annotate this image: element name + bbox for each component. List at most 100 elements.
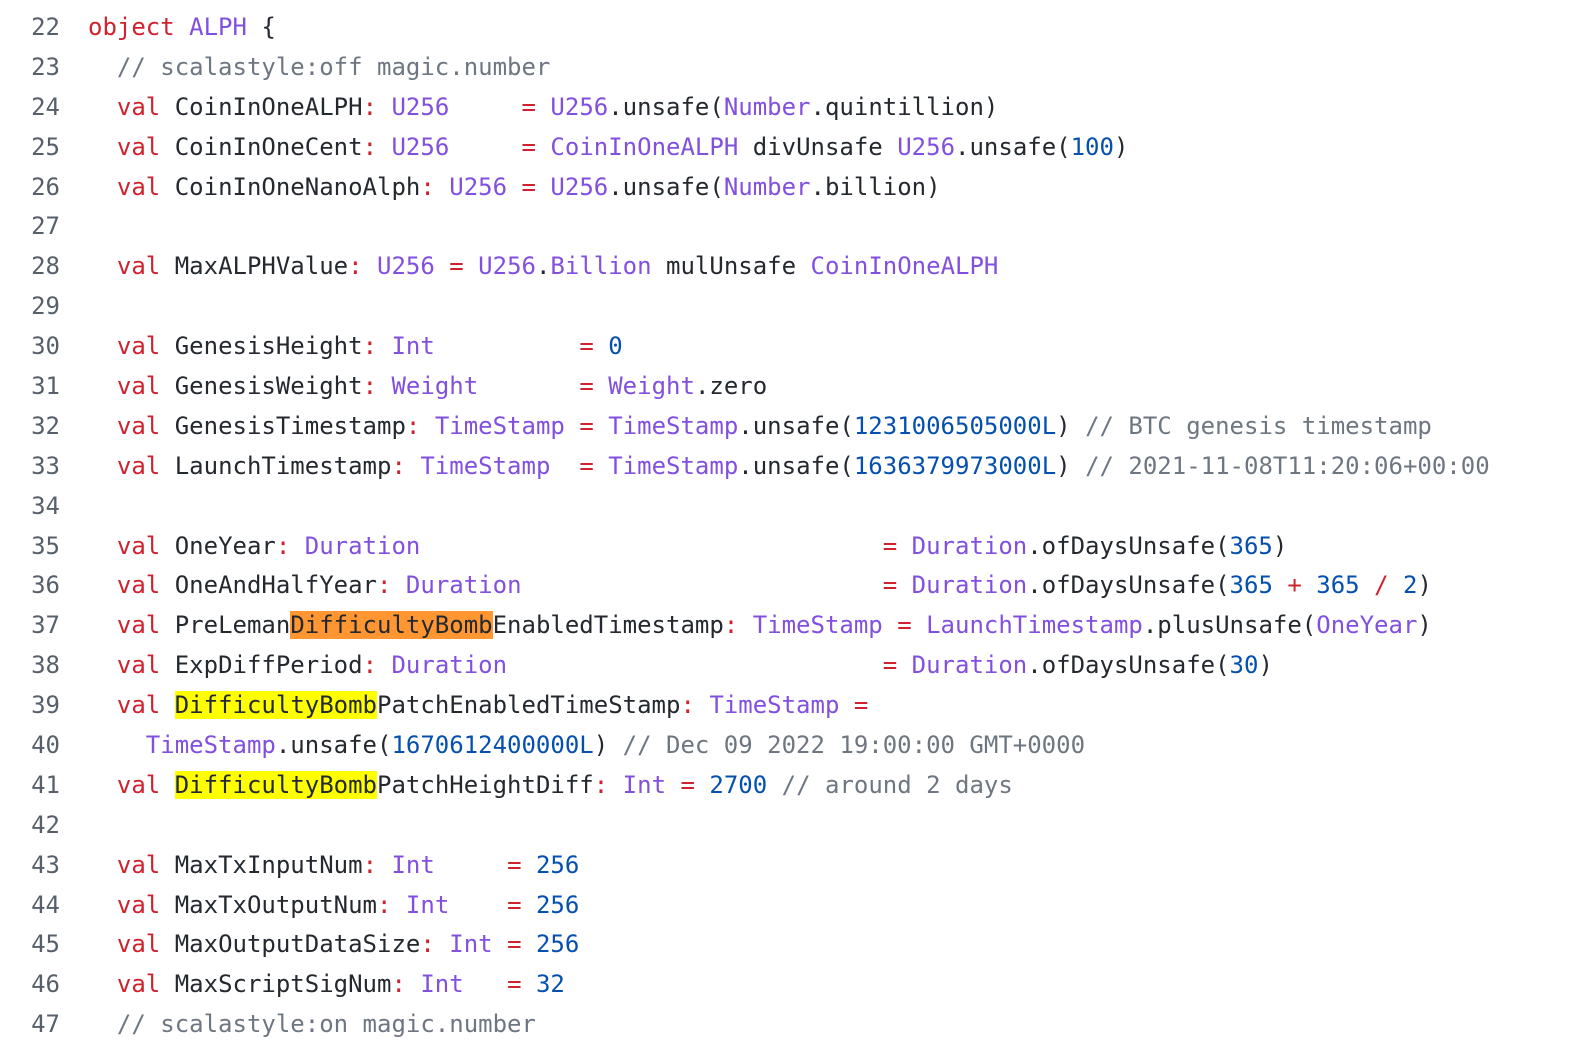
number-token: 1670612400000L [391, 731, 594, 760]
number-token: 0 [608, 332, 623, 361]
line-number[interactable]: 40 [0, 726, 60, 766]
code-text: CoinInOneNanoAlph [160, 172, 421, 201]
code-text: ) [593, 731, 623, 760]
keyword-token: object [88, 13, 175, 41]
line-code: val CoinInOneNanoAlph: U256 = U256.unsaf… [60, 168, 1572, 208]
operator-token: = [579, 411, 594, 440]
line-number[interactable]: 29 [0, 287, 60, 327]
operator-token: / [1374, 571, 1389, 600]
operator-token: : [362, 850, 378, 879]
code-text: ) [1417, 611, 1432, 640]
line-number[interactable]: 37 [0, 606, 60, 646]
type-token: Int [622, 770, 667, 799]
line-number[interactable]: 39 [0, 686, 60, 726]
comment-token: // 2021-11-08T11:20:06+00:00 [1085, 451, 1490, 480]
code-text: CoinInOneALPH [160, 92, 363, 121]
operator-token: = [507, 850, 522, 879]
line-number[interactable]: 47 [0, 1005, 60, 1045]
code-text: PatchEnabledTimeStamp [377, 691, 681, 720]
code-text: .plusUnsafe( [1142, 611, 1317, 640]
line-number[interactable]: 34 [0, 487, 60, 527]
line-number[interactable]: 26 [0, 168, 60, 208]
code-text: .unsafe( [738, 411, 854, 440]
type-token: Int [420, 970, 464, 999]
line-number[interactable]: 32 [0, 407, 60, 447]
line-number[interactable]: 35 [0, 527, 60, 567]
line-number[interactable]: 23 [0, 48, 60, 88]
code-text: ExpDiffPeriod [160, 651, 363, 680]
type-token: CoinInOneALPH [810, 252, 999, 281]
line-number[interactable]: 31 [0, 367, 60, 407]
operator-token: = [449, 252, 464, 281]
line-number[interactable]: 43 [0, 846, 60, 886]
type-token: Weight [391, 372, 479, 401]
line-number[interactable]: 24 [0, 88, 60, 128]
code-line: 41 val DifficultyBombPatchHeightDiff: In… [0, 766, 1572, 806]
code-line: 34 [0, 487, 1572, 527]
operator-token: = [507, 930, 522, 959]
code-text: .zero [694, 372, 768, 401]
code-line: 39 val DifficultyBombPatchEnabledTimeSta… [0, 686, 1572, 726]
code-text: CoinInOneCent [160, 132, 363, 161]
operator-token: : [362, 92, 378, 121]
comment-token: // Dec 09 2022 19:00:00 GMT+0000 [622, 731, 1086, 760]
code-line: 36 val OneAndHalfYear: Duration = Durati… [0, 566, 1572, 606]
line-number[interactable]: 36 [0, 566, 60, 606]
keyword-token: val [116, 531, 161, 560]
code-line: 31 val GenesisWeight: Weight = Weight.ze… [0, 367, 1572, 407]
operator-token: : [420, 930, 435, 959]
operator-token: = [882, 651, 898, 680]
type-token: Number [723, 172, 811, 201]
operator-token: : [377, 890, 392, 919]
type-token: Duration [405, 571, 522, 600]
number-token: 365 [1316, 571, 1360, 600]
code-line: 42 [0, 806, 1572, 846]
code-text: .ofDaysUnsafe( [1027, 531, 1230, 560]
code-line: 44 val MaxTxOutputNum: Int = 256 [0, 886, 1572, 926]
line-number[interactable]: 38 [0, 646, 60, 686]
keyword-token: val [116, 651, 161, 680]
operator-token: = [521, 92, 536, 121]
operator-token: = [521, 172, 536, 201]
code-line: 32 val GenesisTimestamp: TimeStamp = Tim… [0, 407, 1572, 447]
type-token: OneYear [1316, 611, 1418, 640]
line-number[interactable]: 28 [0, 247, 60, 287]
operator-token: = [507, 970, 522, 999]
line-number[interactable]: 44 [0, 886, 60, 926]
number-token: 32 [535, 970, 565, 999]
line-number[interactable]: 42 [0, 806, 60, 846]
type-token: TimeStamp [145, 731, 276, 760]
type-token: Int [449, 930, 493, 959]
line-number[interactable]: 27 [0, 207, 60, 247]
line-number[interactable]: 33 [0, 447, 60, 487]
type-token: ALPH [189, 13, 247, 41]
line-number[interactable]: 30 [0, 327, 60, 367]
line-number[interactable]: 22 [0, 8, 60, 48]
type-token: Billion [550, 252, 652, 281]
line-number[interactable]: 25 [0, 128, 60, 168]
search-highlight-match: DifficultyBomb [174, 691, 378, 720]
type-token: TimeStamp [752, 611, 883, 640]
type-token: U256 [391, 92, 450, 121]
line-number[interactable]: 45 [0, 925, 60, 965]
code-line: 40 TimeStamp.unsafe(1670612400000L) // D… [0, 726, 1572, 766]
line-number[interactable]: 46 [0, 965, 60, 1005]
line-number[interactable]: 41 [0, 766, 60, 806]
